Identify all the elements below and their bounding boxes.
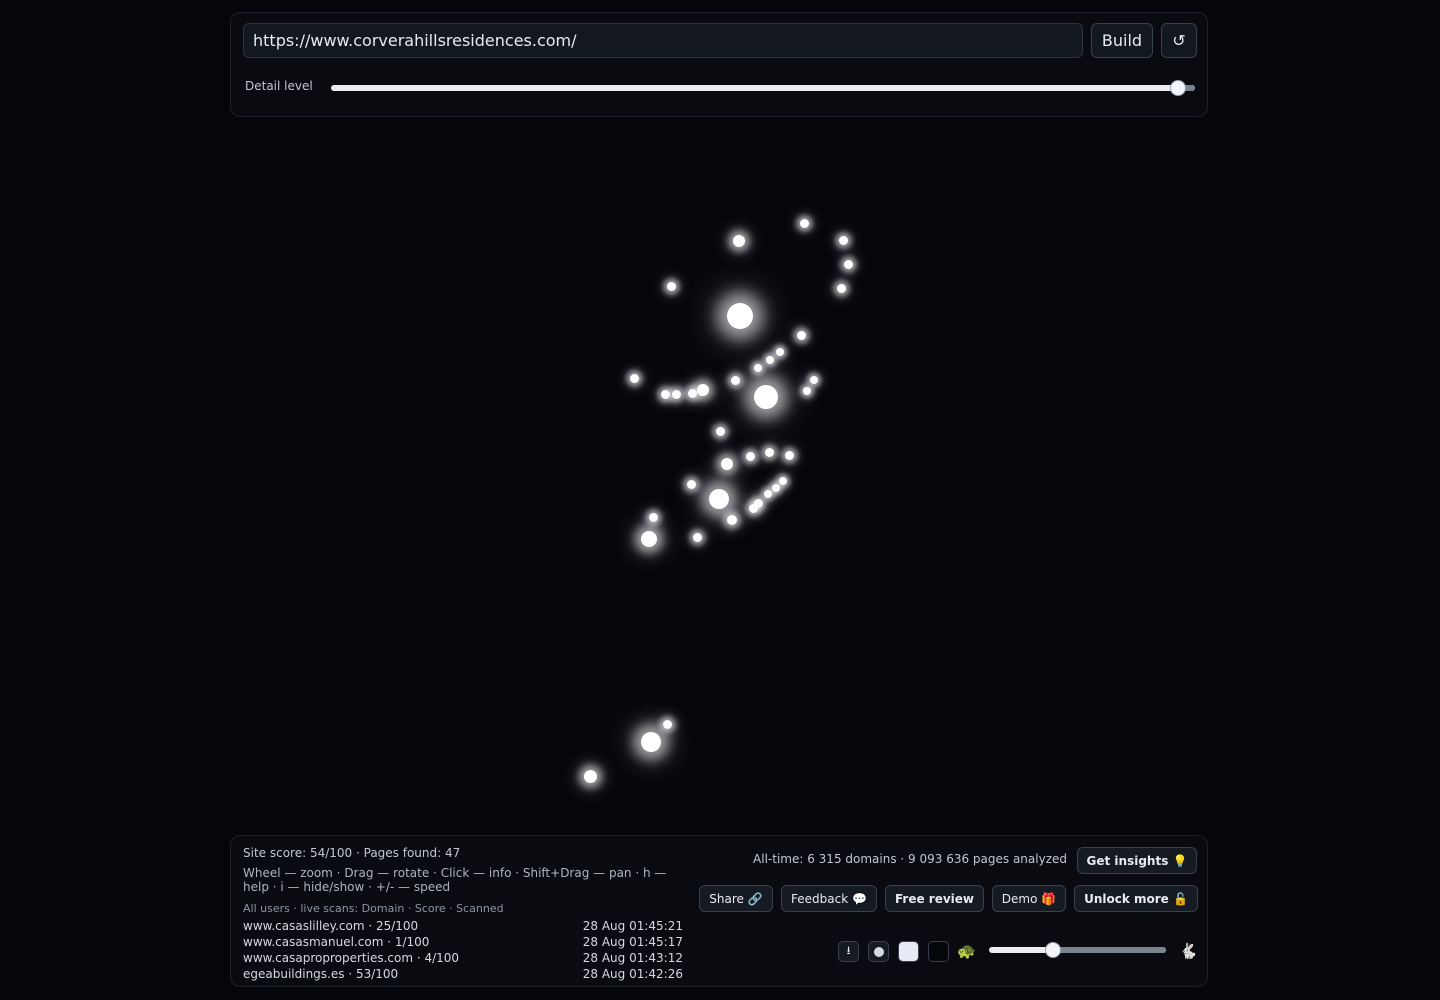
reload-icon[interactable]: ↺ — [1161, 23, 1197, 58]
graph-node[interactable] — [730, 375, 740, 385]
url-toolbar: Build ↺ Detail level — [230, 12, 1208, 117]
detail-level-thumb[interactable] — [1170, 80, 1186, 96]
small-node-size-button[interactable] — [868, 941, 889, 962]
live-scans-list: www.casaslilley.com · 25/100 28 Aug 01:45… — [243, 918, 683, 982]
detail-level-slider[interactable] — [331, 80, 1195, 96]
download-icon[interactable]: ⭳ — [838, 941, 859, 962]
graph-node[interactable] — [727, 515, 737, 525]
live-scans-header: All users · live scans: Domain · Score ·… — [243, 902, 504, 915]
graph-node[interactable] — [836, 283, 846, 293]
graph-node[interactable] — [754, 385, 778, 409]
graph-node[interactable] — [715, 426, 725, 436]
graph-node[interactable] — [779, 477, 787, 485]
graph-node[interactable] — [687, 388, 697, 398]
graph-node[interactable] — [838, 235, 848, 245]
feedback-button[interactable]: Feedback 💬 — [781, 885, 877, 912]
graph-node[interactable] — [803, 387, 811, 395]
graph-node[interactable] — [799, 218, 809, 228]
graph-node[interactable] — [810, 376, 818, 384]
demo-button[interactable]: Demo 🎁 — [992, 885, 1066, 912]
site-score-text: Site score: 54/100 · Pages found: 47 — [243, 846, 461, 860]
free-review-button[interactable]: Free review — [885, 885, 984, 912]
graph-node[interactable] — [692, 532, 702, 542]
share-button[interactable]: Share 🔗 — [699, 885, 773, 912]
graph-node[interactable] — [772, 484, 780, 492]
url-input[interactable] — [243, 23, 1083, 58]
graph-node[interactable] — [697, 384, 709, 396]
get-insights-button[interactable]: Get insights 💡 — [1077, 847, 1197, 874]
dark-theme-button[interactable] — [928, 941, 949, 962]
graph-node[interactable] — [745, 451, 755, 461]
graph-node[interactable] — [662, 719, 672, 729]
graph-node[interactable] — [629, 373, 639, 383]
graph-node[interactable] — [796, 330, 806, 340]
graph-node[interactable] — [766, 356, 774, 364]
graph-node[interactable] — [641, 732, 661, 752]
list-item[interactable]: www.casaproproperties.com · 4/100 28 Aug … — [243, 950, 683, 966]
graph-node[interactable] — [583, 769, 597, 783]
turtle-icon: 🐢 — [957, 942, 976, 960]
detail-level-label: Detail level — [245, 79, 313, 93]
graph-node[interactable] — [671, 389, 681, 399]
alltime-stats: All-time: 6 315 domains · 9 093 636 page… — [753, 852, 1067, 866]
info-panel: Site score: 54/100 · Pages found: 47 Whe… — [230, 835, 1208, 987]
graph-node[interactable] — [648, 512, 658, 522]
speed-slider[interactable] — [989, 942, 1166, 958]
graph-node[interactable] — [748, 503, 758, 513]
graph-node[interactable] — [754, 364, 762, 372]
help-text: Wheel — zoom · Drag — rotate · Click — i… — [243, 866, 667, 894]
graph-node[interactable] — [727, 303, 753, 329]
site-graph-canvas[interactable] — [0, 125, 1440, 830]
speed-thumb[interactable] — [1045, 942, 1061, 958]
graph-node[interactable] — [686, 479, 696, 489]
graph-node[interactable] — [733, 235, 745, 247]
graph-node[interactable] — [764, 490, 772, 498]
graph-node[interactable] — [641, 531, 657, 547]
list-item[interactable]: www.casaslilley.com · 25/100 28 Aug 01:45… — [243, 918, 683, 934]
dot-icon — [873, 946, 884, 957]
graph-node[interactable] — [709, 489, 729, 509]
light-theme-button[interactable] — [898, 941, 919, 962]
graph-node[interactable] — [784, 450, 794, 460]
graph-node[interactable] — [666, 281, 676, 291]
rabbit-icon: 🐇 — [1179, 942, 1198, 960]
graph-node[interactable] — [764, 447, 774, 457]
graph-node[interactable] — [843, 259, 853, 269]
graph-node[interactable] — [776, 348, 784, 356]
build-button[interactable]: Build — [1091, 23, 1153, 58]
list-item[interactable]: www.casasmanuel.com · 1/100 28 Aug 01:45:… — [243, 934, 683, 950]
graph-node[interactable] — [721, 458, 733, 470]
graph-node[interactable] — [660, 389, 670, 399]
unlock-more-button[interactable]: Unlock more 🔓 — [1074, 885, 1198, 912]
list-item[interactable]: egeabuildings.es · 53/100 28 Aug 01:42:26 — [243, 966, 683, 982]
